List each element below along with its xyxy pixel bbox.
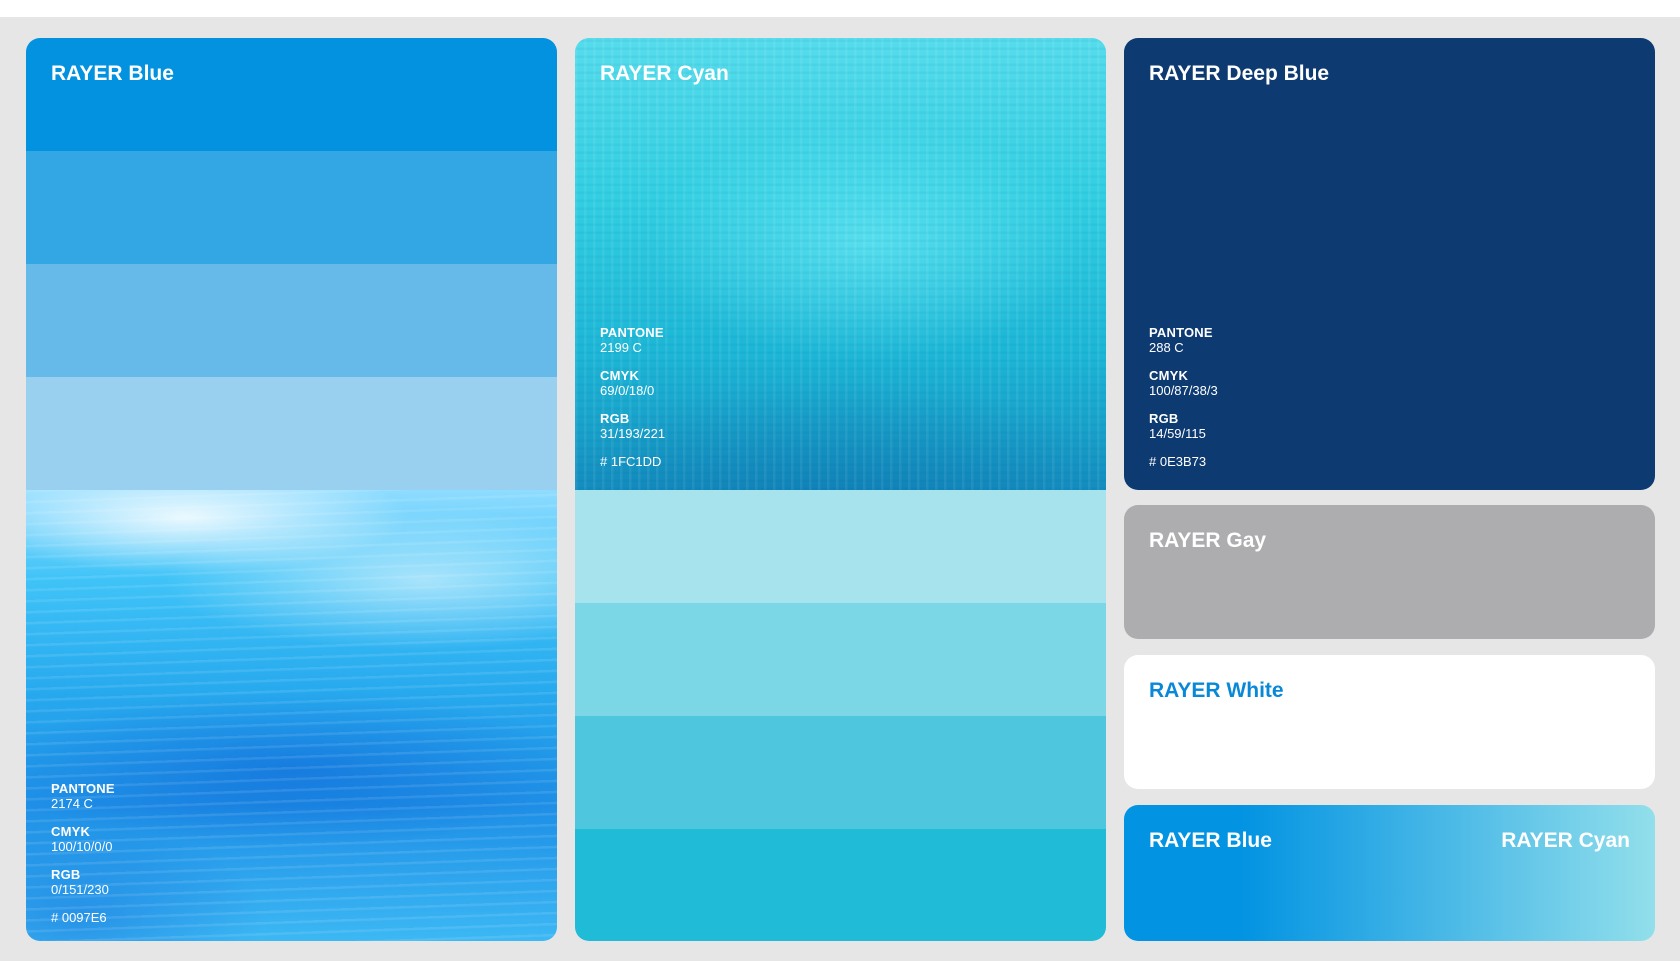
pantone-label: PANTONE: [51, 781, 115, 796]
cmyk-label: CMYK: [600, 368, 640, 383]
swatch-title: RAYER White: [1149, 679, 1284, 702]
swatch-card-rayer-cyan: RAYER Cyan PANTONE 2199 C CMYK 69/0/18/0…: [575, 38, 1106, 941]
swatch-card-gradient: RAYER Blue RAYER Cyan: [1124, 805, 1655, 941]
cmyk-label: CMYK: [1149, 368, 1189, 383]
tint-band-60: [26, 264, 557, 377]
tint-band-100: [26, 38, 557, 151]
rgb-label: RGB: [600, 411, 630, 426]
cmyk-value: 100/87/38/3: [1149, 383, 1218, 398]
swatch-title: RAYER Gay: [1149, 529, 1267, 552]
swatch-card-rayer-white: RAYER White: [1124, 655, 1655, 789]
color-spec: PANTONE 2199 C CMYK 69/0/18/0 RGB 31/193…: [600, 326, 665, 468]
rgb-value: 14/59/115: [1149, 426, 1206, 441]
swatch-card-rayer-deep-blue: RAYER Deep Blue PANTONE 288 C CMYK 100/8…: [1124, 38, 1655, 490]
swatch-card-rayer-blue: RAYER Blue PANTONE 2174 C CMYK 100/10/0/…: [26, 38, 557, 941]
gradient-start-label: RAYER Blue: [1149, 829, 1272, 852]
cmyk-label: CMYK: [51, 824, 91, 839]
hex-value: # 0E3B73: [1149, 454, 1207, 469]
tint-band-100: [575, 829, 1106, 941]
color-spec: PANTONE 2174 C CMYK 100/10/0/0 RGB 0/151…: [51, 782, 115, 924]
pantone-label: PANTONE: [1149, 325, 1213, 340]
rgb-value: 31/193/221: [600, 426, 666, 441]
hex-value: # 1FC1DD: [600, 454, 662, 469]
pantone-value: 2174 C: [51, 796, 93, 811]
color-spec: PANTONE 288 C CMYK 100/87/38/3 RGB 14/59…: [1149, 326, 1218, 468]
cmyk-value: 69/0/18/0: [600, 383, 655, 398]
rgb-value: 0/151/230: [51, 882, 109, 897]
tint-band-80: [575, 716, 1106, 829]
tint-band-40: [575, 490, 1106, 603]
gradient-end-label: RAYER Cyan: [1501, 829, 1630, 852]
pantone-value: 288 C: [1149, 340, 1184, 355]
color-palette-board: RAYER Blue PANTONE 2174 C CMYK 100/10/0/…: [0, 17, 1680, 961]
tint-band-80: [26, 151, 557, 264]
rgb-label: RGB: [1149, 411, 1179, 426]
pantone-label: PANTONE: [600, 325, 664, 340]
hex-value: # 0097E6: [51, 910, 107, 925]
rgb-label: RGB: [51, 867, 81, 882]
swatch-card-rayer-gray: RAYER Gay: [1124, 505, 1655, 639]
tint-band-60: [575, 603, 1106, 716]
pantone-value: 2199 C: [600, 340, 642, 355]
swatch-title: RAYER Deep Blue: [1149, 62, 1330, 85]
tint-band-40: [26, 377, 557, 490]
cmyk-value: 100/10/0/0: [51, 839, 113, 854]
swatch-title: RAYER Cyan: [600, 62, 729, 85]
swatch-title: RAYER Blue: [51, 62, 174, 85]
